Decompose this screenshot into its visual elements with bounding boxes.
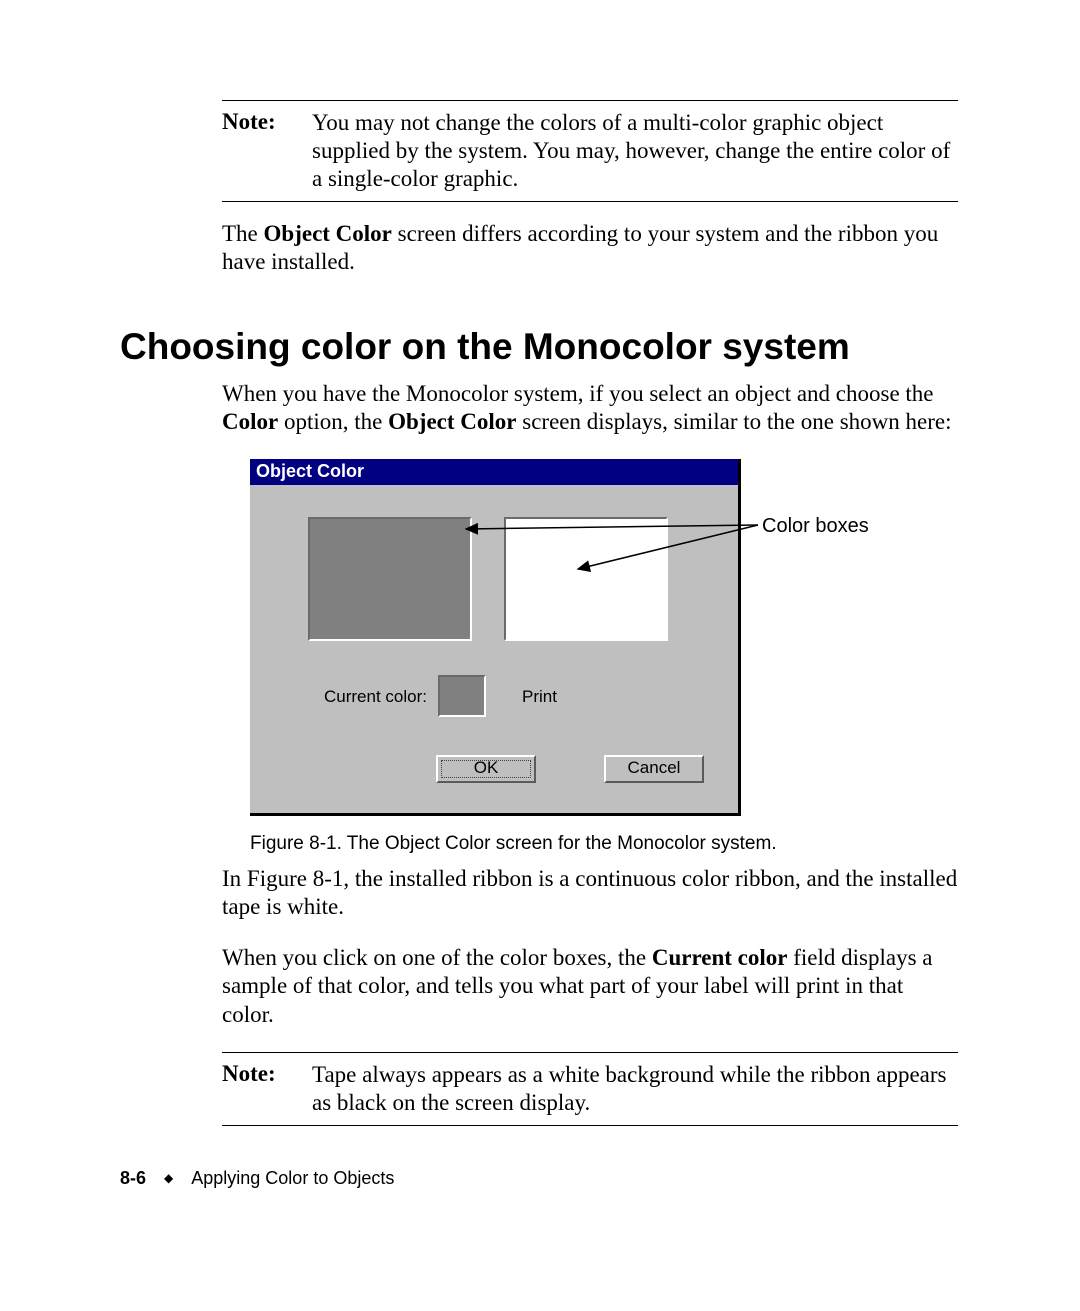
diamond-icon: ◆: [164, 1171, 173, 1185]
paragraph: In Figure 8-1, the installed ribbon is a…: [222, 865, 958, 921]
note-label: Note:: [222, 109, 284, 193]
note-label: Note:: [222, 1061, 284, 1117]
figure: Object Color Current color: Print OK Can…: [250, 459, 960, 819]
color-box-2[interactable]: [504, 517, 668, 641]
divider: [222, 1125, 958, 1126]
section-heading: Choosing color on the Monocolor system: [120, 326, 960, 368]
note-text: Tape always appears as a white backgroun…: [312, 1061, 958, 1117]
page-footer: 8-6 ◆ Applying Color to Objects: [120, 1168, 394, 1189]
ok-button[interactable]: OK: [436, 755, 536, 783]
callout-label: Color boxes: [762, 515, 869, 538]
current-color-swatch: [438, 675, 486, 717]
note-text: You may not change the colors of a multi…: [312, 109, 958, 193]
bold-term: Object Color: [264, 221, 392, 246]
paragraph: The Object Color screen differs accordin…: [222, 220, 958, 276]
note-block: Note: You may not change the colors of a…: [222, 101, 958, 201]
print-label: Print: [522, 687, 557, 707]
dialog-object-color: Object Color Current color: Print OK Can…: [250, 459, 741, 816]
footer-section-title: Applying Color to Objects: [191, 1168, 394, 1189]
text: option, the: [278, 409, 388, 434]
bold-term: Current color: [652, 945, 788, 970]
text: When you click on one of the color boxes…: [222, 945, 652, 970]
dialog-title: Object Color: [250, 459, 738, 485]
divider: [222, 201, 958, 202]
cancel-button[interactable]: Cancel: [604, 755, 704, 783]
paragraph: When you click on one of the color boxes…: [222, 944, 958, 1028]
paragraph: When you have the Monocolor system, if y…: [222, 380, 958, 436]
bold-term: Object Color: [388, 409, 516, 434]
page-number: 8-6: [120, 1168, 146, 1189]
current-color-label: Current color:: [324, 687, 427, 707]
text: screen displays, similar to the one show…: [517, 409, 952, 434]
color-box-1[interactable]: [308, 517, 472, 641]
bold-term: Color: [222, 409, 278, 434]
text: The: [222, 221, 264, 246]
note-block: Note: Tape always appears as a white bac…: [222, 1053, 958, 1125]
figure-caption: Figure 8-1. The Object Color screen for …: [250, 833, 960, 855]
text: When you have the Monocolor system, if y…: [222, 381, 934, 406]
